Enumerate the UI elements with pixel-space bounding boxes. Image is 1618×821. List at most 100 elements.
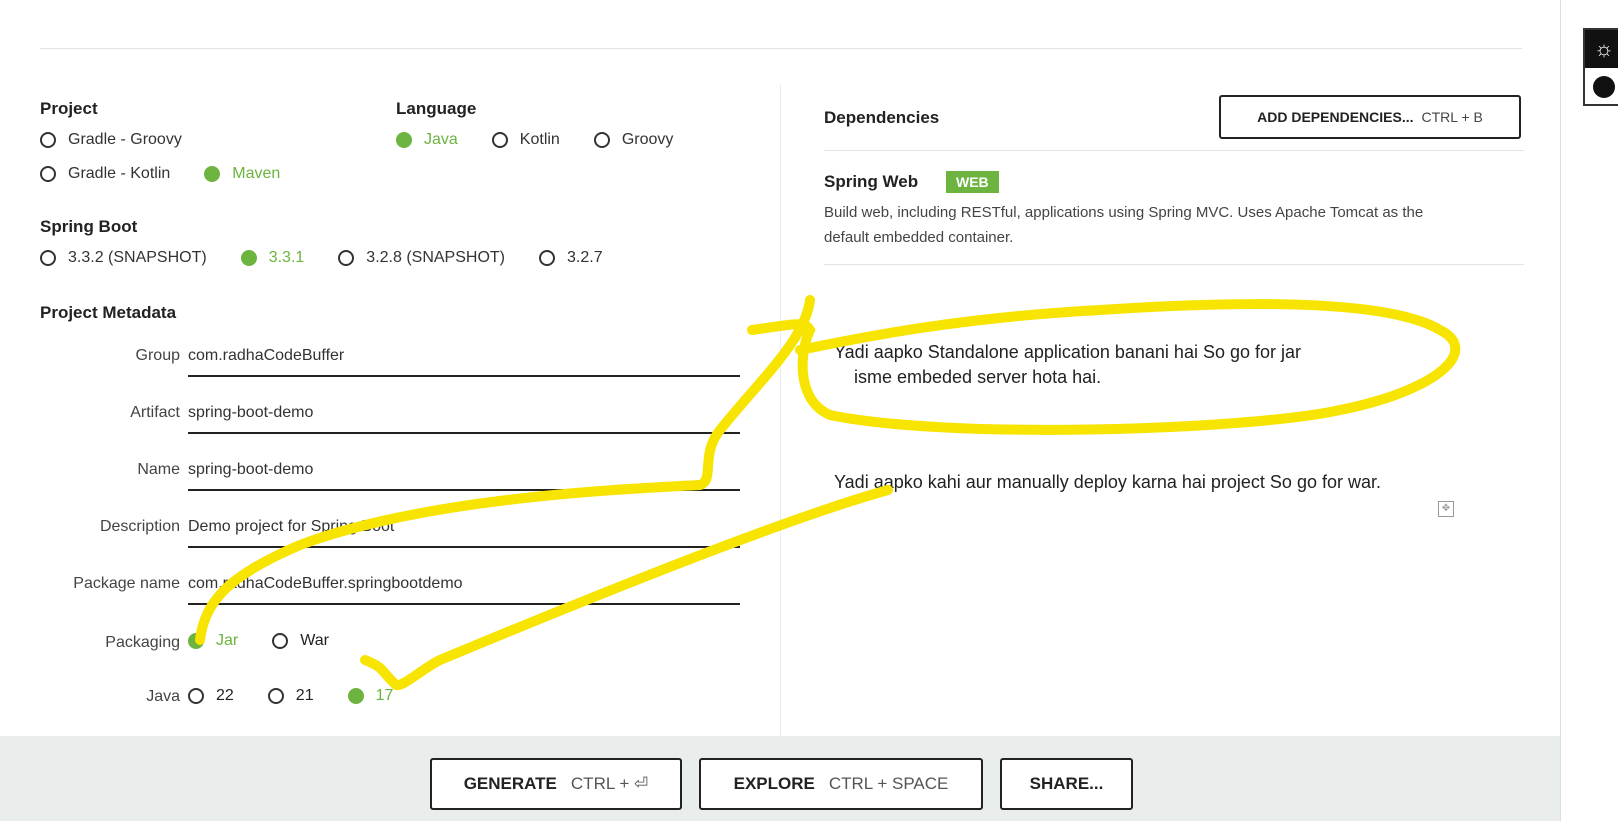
radio-dot (347, 688, 364, 704)
annotation-note-war: Yadi aapko kahi aur manually deploy karn… (834, 472, 1381, 492)
radio-label: 17 (375, 687, 394, 704)
packaging-jar-radio[interactable]: Jar (188, 632, 238, 650)
group-label: Group (135, 347, 180, 364)
boot-3-3-2-snapshot-radio[interactable]: 3.3.2 (SNAPSHOT) (40, 249, 207, 267)
package-name-row: Package name (40, 565, 740, 605)
add-dependencies-label: ADD DEPENDENCIES... (1257, 109, 1414, 125)
language-java-radio[interactable]: Java (396, 131, 458, 149)
language-title: Language (396, 99, 477, 118)
language-groovy-radio[interactable]: Groovy (593, 131, 674, 149)
radio-dot (240, 250, 257, 266)
radio-label: 3.2.8 (SNAPSHOT) (366, 249, 505, 266)
project-options-row1: Gradle - Groovy (40, 131, 216, 149)
dependencies-title: Dependencies (824, 108, 940, 127)
radio-dot (40, 166, 56, 182)
share-label: SHARE... (1029, 774, 1104, 793)
project-title: Project (40, 99, 98, 118)
dependency-name[interactable]: Spring Web (824, 172, 918, 192)
java-22-radio[interactable]: 22 (188, 687, 234, 705)
radio-dot (204, 166, 221, 182)
radio-dot (188, 633, 204, 649)
language-options: Java Kotlin Groovy (396, 131, 707, 149)
generate-label: GENERATE (463, 774, 557, 793)
dependencies-divider (824, 150, 1524, 151)
radio-label: Gradle - Kotlin (68, 165, 171, 182)
radio-dot (396, 132, 412, 148)
radio-dot (491, 132, 508, 148)
package-name-label: Package name (73, 575, 180, 592)
description-label: Description (99, 518, 180, 535)
generate-shortcut: CTRL + ⏎ (570, 774, 649, 793)
project-options-row2: Gradle - Kotlin Maven (40, 165, 314, 183)
metadata-title: Project Metadata (40, 303, 177, 322)
radio-dot (40, 250, 56, 266)
artifact-input[interactable] (188, 394, 740, 434)
radio-dot (188, 688, 204, 704)
project-gradle-groovy-radio[interactable]: Gradle - Groovy (40, 131, 182, 149)
radio-dot (338, 250, 355, 266)
spring-boot-options: 3.3.2 (SNAPSHOT) 3.3.1 3.2.8 (SNAPSHOT) … (40, 249, 637, 267)
package-name-input[interactable] (188, 565, 740, 605)
note-jar-line1: Yadi aapko Standalone application banani… (834, 342, 1302, 362)
dependency-divider (824, 264, 1524, 265)
dependency-badge: WEB (946, 171, 999, 193)
group-input[interactable] (188, 337, 740, 377)
theme-toggle-icon[interactable]: ☼ (1585, 30, 1618, 68)
radio-label: 3.3.2 (SNAPSHOT) (68, 249, 207, 266)
boot-3-3-1-radio[interactable]: 3.3.1 (240, 249, 305, 267)
description-row: Description (40, 508, 740, 548)
add-dependencies-shortcut: CTRL + B (1421, 109, 1483, 125)
explore-label: EXPLORE (733, 774, 815, 793)
radio-label: Groovy (621, 131, 674, 148)
radio-label: Jar (216, 632, 239, 649)
share-button[interactable]: SHARE... (1000, 758, 1133, 810)
boot-3-2-7-radio[interactable]: 3.2.7 (539, 249, 603, 267)
name-input[interactable] (188, 451, 740, 491)
radio-label: 22 (216, 687, 234, 704)
radio-label: Gradle - Groovy (68, 131, 182, 148)
packaging-label: Packaging (105, 634, 180, 651)
name-row: Name (40, 451, 740, 491)
dependency-description: Build web, including RESTful, applicatio… (824, 204, 1424, 246)
packaging-war-radio[interactable]: War (272, 632, 329, 650)
spring-boot-title: Spring Boot (40, 217, 138, 236)
packaging-options: Jar War (188, 632, 363, 650)
project-gradle-kotlin-radio[interactable]: Gradle - Kotlin (40, 165, 170, 183)
header-divider (40, 48, 1522, 49)
moon-icon[interactable] (1593, 76, 1615, 98)
packaging-row: Packaging Jar War (40, 624, 740, 664)
move-handle-icon[interactable]: ✥ (1438, 501, 1454, 517)
generate-button[interactable]: GENERATE CTRL + ⏎ (430, 758, 682, 810)
language-kotlin-radio[interactable]: Kotlin (491, 131, 560, 149)
java-row: Java 22 21 17 (40, 678, 740, 718)
project-maven-radio[interactable]: Maven (204, 165, 280, 183)
note-jar-line2: isme embeded server hota hai. (854, 367, 1102, 387)
radio-label: Maven (232, 165, 281, 182)
name-label: Name (137, 461, 180, 478)
radio-dot (267, 688, 284, 704)
radio-dot (272, 633, 289, 649)
radio-dot (539, 250, 555, 266)
add-dependencies-button[interactable]: ADD DEPENDENCIES... CTRL + B (1219, 95, 1521, 139)
radio-label: War (300, 632, 329, 649)
radio-label: Kotlin (519, 131, 560, 148)
group-row: Group (40, 337, 740, 377)
java-17-radio[interactable]: 17 (347, 687, 394, 705)
theme-switcher[interactable]: ☼ (1583, 28, 1618, 106)
boot-3-2-8-snapshot-radio[interactable]: 3.2.8 (SNAPSHOT) (338, 249, 505, 267)
annotation-note-jar: Yadi aapko Standalone application banani… (834, 340, 1301, 390)
explore-shortcut: CTRL + SPACE (828, 774, 949, 793)
column-divider (780, 84, 781, 736)
radio-dot (40, 132, 56, 148)
radio-label: 21 (295, 687, 314, 704)
java-label: Java (146, 688, 180, 705)
description-input[interactable] (188, 508, 740, 548)
radio-label: Java (424, 131, 458, 148)
explore-button[interactable]: EXPLORE CTRL + SPACE (699, 758, 983, 810)
radio-dot (593, 132, 610, 148)
java-options: 22 21 17 (188, 687, 427, 705)
radio-label: 3.3.1 (268, 249, 305, 266)
java-21-radio[interactable]: 21 (267, 687, 314, 705)
radio-label: 3.2.7 (567, 249, 603, 266)
artifact-label: Artifact (130, 404, 180, 421)
